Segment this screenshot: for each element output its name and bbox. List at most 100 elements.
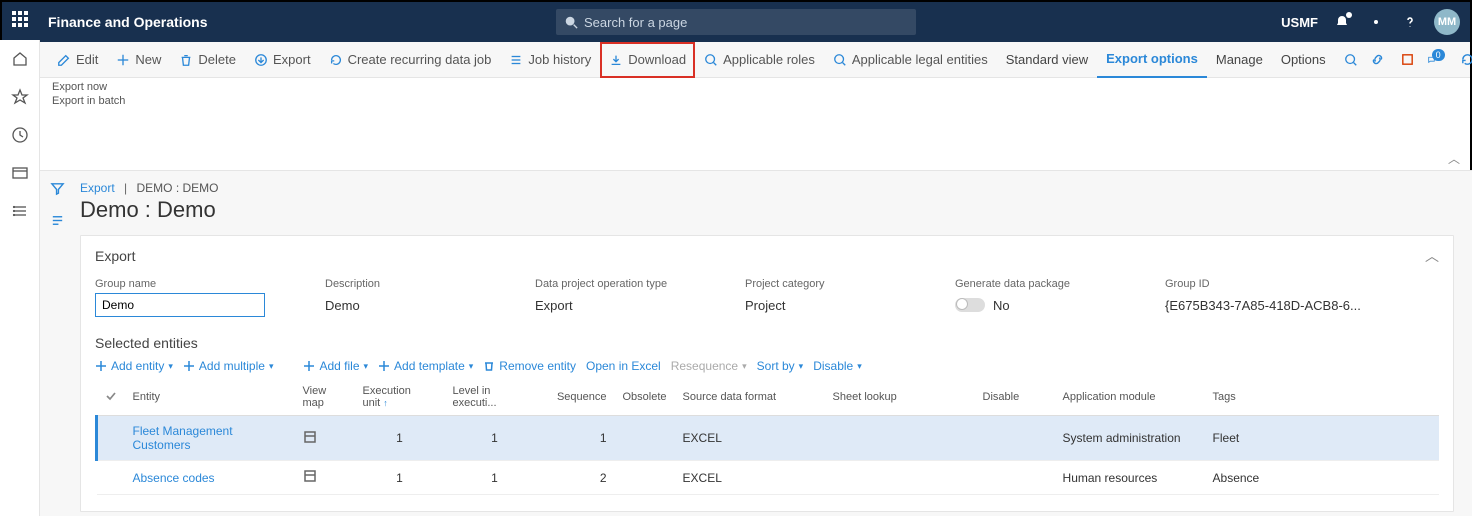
appmod-cell: Human resources bbox=[1055, 461, 1205, 495]
col-source[interactable]: Source data format bbox=[675, 379, 825, 416]
col-tags[interactable]: Tags bbox=[1205, 379, 1439, 416]
new-button[interactable]: New bbox=[107, 42, 170, 78]
refresh-icon[interactable] bbox=[1457, 49, 1472, 71]
col-execunit[interactable]: Execution unit↑ bbox=[355, 379, 445, 416]
sheet-cell bbox=[825, 416, 975, 461]
delete-button[interactable]: Delete bbox=[170, 42, 245, 78]
office-icon[interactable] bbox=[1397, 49, 1419, 71]
resequence-button[interactable]: Resequence▾ bbox=[671, 359, 747, 373]
export-options-tab[interactable]: Export options bbox=[1097, 42, 1207, 78]
applicable-legal-entities-button[interactable]: Applicable legal entities bbox=[824, 42, 997, 78]
group-name-input[interactable] bbox=[95, 293, 265, 317]
help-icon[interactable] bbox=[1400, 12, 1420, 32]
row-select-cell[interactable] bbox=[97, 461, 125, 495]
sequence-cell: 2 bbox=[545, 461, 615, 495]
source-cell: EXCEL bbox=[675, 416, 825, 461]
generate-package-value: No bbox=[993, 298, 1010, 313]
export-button[interactable]: Export bbox=[245, 42, 320, 78]
breadcrumb-current: DEMO : DEMO bbox=[137, 181, 219, 195]
export-panel-header[interactable]: Export ︿ bbox=[95, 246, 1439, 266]
entity-link[interactable]: Fleet Management Customers bbox=[133, 424, 233, 452]
disable-cell bbox=[975, 461, 1055, 495]
options-tab[interactable]: Options bbox=[1272, 42, 1335, 78]
global-search[interactable]: Search for a page bbox=[556, 9, 916, 35]
add-template-button[interactable]: Add template▾ bbox=[378, 359, 473, 373]
tags-cell: Fleet bbox=[1205, 416, 1439, 461]
sheet-cell bbox=[825, 461, 975, 495]
col-select[interactable] bbox=[97, 379, 125, 416]
export-now-button[interactable]: Export now bbox=[52, 80, 1460, 94]
related-icon[interactable] bbox=[50, 213, 65, 231]
app-launcher-icon[interactable] bbox=[12, 11, 34, 33]
manage-tab[interactable]: Manage bbox=[1207, 42, 1272, 78]
add-multiple-button[interactable]: Add multiple▾ bbox=[183, 359, 274, 373]
col-disable[interactable]: Disable bbox=[975, 379, 1055, 416]
project-category-field: Project category Project bbox=[745, 278, 895, 317]
modules-icon[interactable] bbox=[11, 202, 29, 220]
tags-cell: Absence bbox=[1205, 461, 1439, 495]
level-cell: 1 bbox=[445, 461, 545, 495]
company-code[interactable]: USMF bbox=[1281, 15, 1318, 30]
add-entity-button[interactable]: Add entity▾ bbox=[95, 359, 173, 373]
disable-button[interactable]: Disable▾ bbox=[813, 359, 862, 373]
settings-icon[interactable] bbox=[1366, 12, 1386, 32]
collapse-toolbar-icon[interactable]: ︿ bbox=[1448, 150, 1460, 167]
view-map-icon[interactable] bbox=[295, 461, 355, 495]
entities-grid: Entity View map Execution unit↑ Level in… bbox=[95, 379, 1439, 495]
main-panel: Export | DEMO : DEMO Demo : Demo Export … bbox=[74, 171, 1472, 516]
group-id-field: Group ID {E675B343-7A85-418D-ACB8-6... bbox=[1165, 278, 1365, 317]
project-category-value: Project bbox=[745, 293, 895, 317]
messages-icon[interactable]: 0 bbox=[1427, 49, 1449, 71]
create-recurring-button[interactable]: Create recurring data job bbox=[320, 42, 501, 78]
execunit-cell: 1 bbox=[355, 416, 445, 461]
favorites-icon[interactable] bbox=[11, 88, 29, 106]
chevron-up-icon[interactable]: ︿ bbox=[1425, 246, 1439, 266]
sort-by-button[interactable]: Sort by▾ bbox=[757, 359, 804, 373]
open-in-excel-button[interactable]: Open in Excel bbox=[586, 359, 661, 373]
selected-entities-header: Selected entities bbox=[95, 335, 1439, 351]
link-icon[interactable] bbox=[1367, 49, 1389, 71]
export-in-batch-button[interactable]: Export in batch bbox=[52, 94, 1460, 108]
source-cell: EXCEL bbox=[675, 461, 825, 495]
workspaces-icon[interactable] bbox=[11, 164, 29, 182]
col-level[interactable]: Level in executi... bbox=[445, 379, 545, 416]
download-button[interactable]: Download bbox=[600, 42, 695, 78]
sequence-cell: 1 bbox=[545, 416, 615, 461]
home-icon[interactable] bbox=[11, 50, 29, 68]
breadcrumb: Export | DEMO : DEMO bbox=[80, 181, 1454, 195]
job-history-button[interactable]: Job history bbox=[500, 42, 600, 78]
view-map-icon[interactable] bbox=[295, 416, 355, 461]
applicable-roles-button[interactable]: Applicable roles bbox=[695, 42, 824, 78]
recent-icon[interactable] bbox=[11, 126, 29, 144]
obsolete-cell bbox=[615, 416, 675, 461]
table-row[interactable]: Fleet Management Customers111EXCELSystem… bbox=[97, 416, 1440, 461]
col-entity[interactable]: Entity bbox=[125, 379, 295, 416]
edit-button[interactable]: Edit bbox=[48, 42, 107, 78]
remove-entity-button[interactable]: Remove entity bbox=[483, 359, 576, 373]
add-file-button[interactable]: Add file▾ bbox=[303, 359, 368, 373]
export-panel: Export ︿ Group name Description Demo Dat… bbox=[80, 235, 1454, 512]
col-sheet[interactable]: Sheet lookup bbox=[825, 379, 975, 416]
breadcrumb-root[interactable]: Export bbox=[80, 181, 115, 195]
content-gutter bbox=[40, 171, 74, 516]
group-name-field: Group name bbox=[95, 278, 265, 317]
execunit-cell: 1 bbox=[355, 461, 445, 495]
col-viewmap[interactable]: View map bbox=[295, 379, 355, 416]
find-button[interactable] bbox=[1335, 42, 1367, 78]
table-row[interactable]: Absence codes112EXCELHuman resourcesAbse… bbox=[97, 461, 1440, 495]
col-appmod[interactable]: Application module bbox=[1055, 379, 1205, 416]
entity-link[interactable]: Absence codes bbox=[133, 471, 215, 485]
generate-package-field: Generate data package No bbox=[955, 278, 1105, 317]
user-avatar[interactable]: MM bbox=[1434, 9, 1460, 35]
description-value: Demo bbox=[325, 293, 475, 317]
action-bar: Edit New Delete Export Create recurring … bbox=[2, 42, 1470, 78]
notifications-icon[interactable] bbox=[1332, 12, 1352, 32]
left-nav-rail bbox=[0, 40, 40, 516]
filter-icon[interactable] bbox=[50, 181, 65, 199]
generate-package-toggle[interactable] bbox=[955, 298, 985, 312]
topbar: Finance and Operations Search for a page… bbox=[2, 2, 1470, 42]
standard-view-button[interactable]: Standard view bbox=[997, 42, 1097, 78]
row-select-cell[interactable] bbox=[97, 416, 125, 461]
col-sequence[interactable]: Sequence bbox=[545, 379, 615, 416]
col-obsolete[interactable]: Obsolete bbox=[615, 379, 675, 416]
